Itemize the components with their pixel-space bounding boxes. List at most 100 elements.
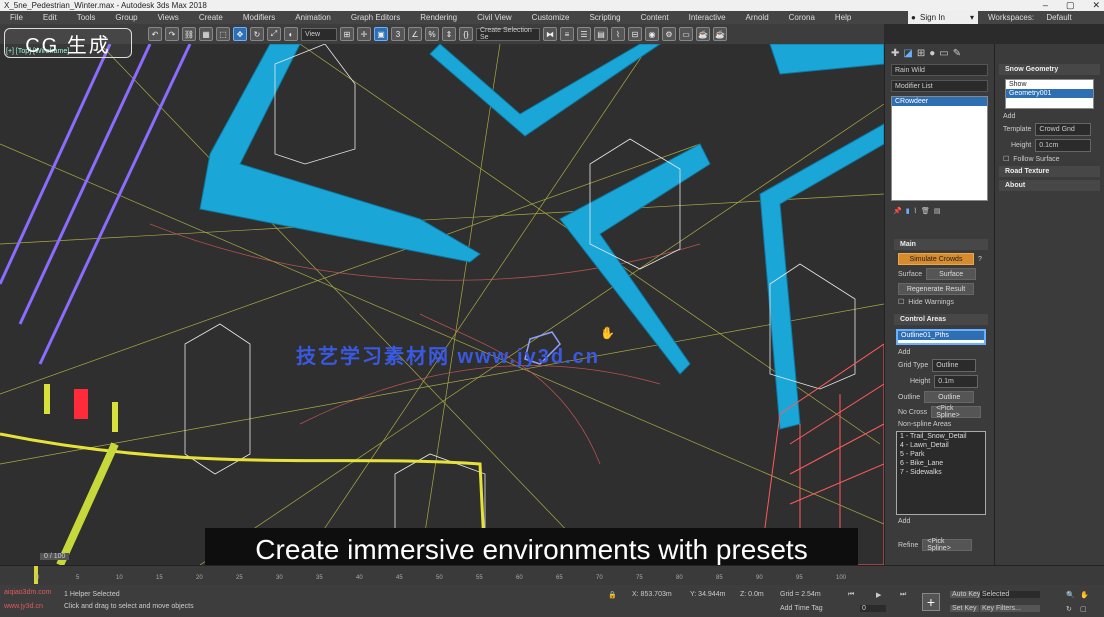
area-list-item[interactable]: 7 - Sidewalks [897, 468, 985, 477]
render-icon[interactable]: ☕ [696, 27, 710, 41]
select-region-icon[interactable]: ⬚ [216, 27, 230, 41]
maximize-viewport-icon[interactable]: ▢ [1080, 605, 1087, 613]
spline-area-list[interactable]: 1 - Trail_Snow_Detail 4 - Lawn_Detail 5 - … [896, 431, 986, 515]
area-list-item[interactable]: 5 - Park [897, 450, 985, 459]
redo-icon[interactable]: ↷ [165, 27, 179, 41]
create-tab-icon[interactable]: ✚ [891, 48, 899, 59]
add-keyframe-icon[interactable]: + [922, 593, 940, 611]
y-coord[interactable]: Y: 34.944m [690, 591, 725, 598]
menu-civil-view[interactable]: Civil View [467, 13, 522, 22]
menu-interactive[interactable]: Interactive [679, 13, 736, 22]
menu-tools[interactable]: Tools [67, 13, 106, 22]
add-time-tag[interactable]: Add Time Tag [780, 605, 823, 612]
configure-icon[interactable]: ▤ [934, 207, 941, 215]
menu-edit[interactable]: Edit [33, 13, 67, 22]
snow-list-item[interactable]: Show [1006, 80, 1093, 89]
mirror-icon[interactable]: ⧓ [543, 27, 557, 41]
rendered-frame-icon[interactable]: ▭ [679, 27, 693, 41]
menu-arnold[interactable]: Arnold [736, 13, 779, 22]
no-cross-button[interactable]: <Pick Spline> [931, 405, 982, 419]
menu-rendering[interactable]: Rendering [410, 13, 467, 22]
surface-button[interactable]: Surface [926, 268, 977, 280]
render-active-icon[interactable]: ☕ [713, 27, 727, 41]
grid-type-dropdown[interactable]: Outline [932, 359, 977, 372]
angle-snap-icon[interactable]: ∠ [408, 27, 422, 41]
menu-content[interactable]: Content [631, 13, 679, 22]
modify-tab-icon[interactable]: ◪ [903, 48, 912, 59]
spinner-snap-icon[interactable]: ⇕ [442, 27, 456, 41]
key-filters-button[interactable]: Key Filters... [980, 605, 1040, 612]
main-section[interactable]: Main [894, 239, 988, 250]
menu-create[interactable]: Create [189, 13, 233, 22]
z-coord[interactable]: Z: 0.0m [740, 591, 764, 598]
orbit-icon[interactable]: ↻ [1066, 605, 1072, 613]
rotate-icon[interactable]: ↻ [250, 27, 264, 41]
edit-named-sets-icon[interactable]: {} [459, 27, 473, 41]
modifier-stack[interactable]: CRowdeer [891, 96, 988, 201]
play-icon[interactable]: ▶ [876, 591, 881, 599]
curve-editor-icon[interactable]: ⌇ [611, 27, 625, 41]
goto-end-icon[interactable]: ⏭ [900, 591, 906, 599]
area-list[interactable]: Outline01_Pths [896, 329, 986, 345]
material-editor-icon[interactable]: ◉ [645, 27, 659, 41]
area-selected[interactable]: Outline01_Pths [898, 331, 984, 340]
snow-list[interactable]: Show Geometry001 [1005, 79, 1094, 109]
minimize-icon[interactable]: – [1043, 0, 1048, 11]
viewport-top[interactable]: [+] [Top] [Wireframe] 技艺学习素材网 www.jy3d.c… [0, 44, 884, 565]
template-dropdown[interactable]: Crowd Gnd [1035, 123, 1092, 136]
menu-animation[interactable]: Animation [285, 13, 341, 22]
pin-stack-icon[interactable]: 📌 [893, 207, 902, 215]
menu-modifiers[interactable]: Modifiers [233, 13, 285, 22]
view-dropdown[interactable]: View [301, 27, 337, 41]
layer-icon[interactable]: ☰ [577, 27, 591, 41]
menu-corona[interactable]: Corona [779, 13, 825, 22]
auto-key-button[interactable]: Auto Key [950, 591, 983, 598]
scale-icon[interactable]: ⤢ [267, 27, 281, 41]
scene-explorer-icon[interactable]: ▤ [594, 27, 608, 41]
control-areas-section[interactable]: Control Areas [894, 314, 988, 325]
menu-customize[interactable]: Customize [522, 13, 580, 22]
regenerate-result-button[interactable]: Regenerate Result [898, 283, 974, 295]
hide-warnings-checkbox[interactable]: ☐ [898, 298, 904, 306]
set-key-button[interactable]: Set Key [950, 605, 979, 612]
menu-help[interactable]: Help [825, 13, 861, 22]
follow-surface-checkbox[interactable]: ☐ [1003, 155, 1009, 163]
manipulate-icon[interactable]: ▣ [374, 27, 388, 41]
outline-button[interactable]: Outline [924, 391, 975, 403]
snow-list-item[interactable]: Geometry001 [1006, 89, 1093, 98]
current-frame-field[interactable]: 0 [860, 605, 886, 612]
link-icon[interactable]: ⛓ [182, 27, 196, 41]
area-list-item[interactable]: 4 - Lawn_Detail [897, 441, 985, 450]
snow-height-spinner[interactable]: 0.1cm [1035, 139, 1092, 152]
workspace-selector[interactable]: Workspaces: Default [988, 11, 1072, 24]
goto-start-icon[interactable]: ⏮ [848, 591, 854, 599]
close-icon[interactable]: ✕ [1092, 0, 1100, 11]
hierarchy-tab-icon[interactable]: ⊞ [917, 48, 925, 59]
snap-move-icon[interactable]: ✛ [357, 27, 371, 41]
pivot-icon[interactable]: ⊞ [340, 27, 354, 41]
road-texture-section[interactable]: Road Texture [999, 166, 1100, 177]
refine-button[interactable]: <Pick Spline> [922, 538, 973, 552]
utilities-tab-icon[interactable]: ✎ [953, 48, 961, 59]
undo-icon[interactable]: ↶ [148, 27, 162, 41]
zoom-icon[interactable]: 🔍 [1066, 591, 1075, 599]
menu-views[interactable]: Views [148, 13, 189, 22]
selection-set-dropdown[interactable]: Create Selection Se [476, 27, 540, 41]
lock-icon[interactable]: 🔒 [608, 591, 617, 599]
area-list-item[interactable]: 6 - Bike_Lane [897, 459, 985, 468]
selected-dropdown[interactable]: Selected [980, 591, 1040, 598]
percent-snap-icon[interactable]: % [425, 27, 439, 41]
menu-graph-editors[interactable]: Graph Editors [341, 13, 410, 22]
align-icon[interactable]: ≡ [560, 27, 574, 41]
make-unique-icon[interactable]: ⌇ [914, 207, 917, 215]
move-icon[interactable]: ✥ [233, 27, 247, 41]
place-icon[interactable]: ◐ [284, 27, 298, 41]
menu-file[interactable]: File [0, 13, 33, 22]
maximize-icon[interactable]: ▢ [1066, 0, 1075, 11]
x-coord[interactable]: X: 853.703m [632, 591, 672, 598]
select-icon[interactable]: ▦ [199, 27, 213, 41]
object-name-field[interactable]: Rain Wild [891, 64, 988, 76]
motion-tab-icon[interactable]: ● [929, 48, 935, 59]
pan-icon[interactable]: ✋ [1080, 591, 1089, 599]
stack-item[interactable]: CRowdeer [892, 97, 987, 106]
